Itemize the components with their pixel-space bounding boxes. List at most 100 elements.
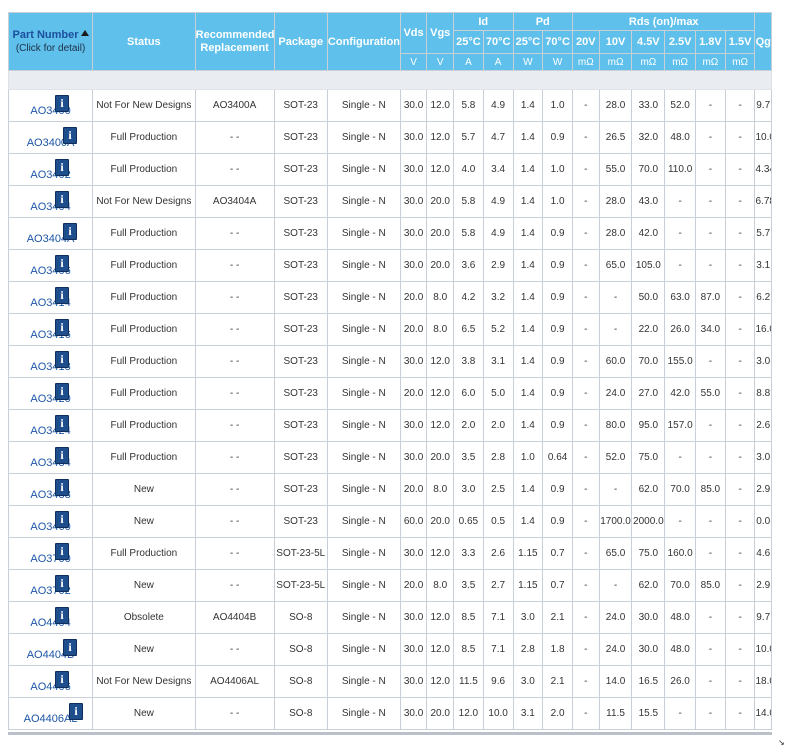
vgs-cell: 20.0 bbox=[426, 505, 455, 538]
pd-25c-cell: 1.4 bbox=[512, 409, 544, 442]
vds-cell: 60.0 bbox=[399, 505, 428, 538]
info-icon[interactable]: i bbox=[55, 255, 69, 272]
rds-1-8v-cell: 85.0 bbox=[695, 569, 726, 602]
vgs-header: Vgs bbox=[426, 12, 455, 54]
pd-70c-cell: 1.8 bbox=[542, 633, 573, 666]
status-cell: Full Production bbox=[92, 121, 196, 154]
rds-20v-cell: - bbox=[571, 409, 600, 442]
info-icon[interactable]: i bbox=[55, 159, 69, 176]
rds-20v-cell: - bbox=[571, 153, 600, 186]
rds-1-8v-cell: - bbox=[695, 441, 726, 474]
rds-10v-cell: 28.0 bbox=[598, 217, 633, 250]
rds-4-5v-cell: 95.0 bbox=[631, 409, 666, 442]
pd-70c-cell: 0.9 bbox=[542, 345, 573, 378]
vgs-cell: 8.0 bbox=[426, 313, 455, 346]
table-row: AO3414 i Full Production - - SOT-23 Single - … bbox=[7, 281, 772, 314]
qg-cell: 18.0 bbox=[754, 665, 772, 698]
rds-2-5v-cell: - bbox=[664, 697, 697, 730]
part-number-header[interactable]: Part Number (Click for detail) bbox=[7, 12, 94, 71]
replacement-cell: - - bbox=[194, 697, 275, 730]
info-icon[interactable]: i bbox=[55, 383, 69, 400]
info-icon[interactable]: i bbox=[69, 703, 83, 720]
vgs-cell: 12.0 bbox=[426, 665, 455, 698]
qg-cell: 8.8 bbox=[754, 377, 772, 410]
package-cell: SO-8 bbox=[273, 633, 328, 666]
id-70c-cell: 3.1 bbox=[482, 345, 514, 378]
table-row: AO4404B i New - - SO-8 Single - N 30.0 12.0 8.5 7… bbox=[7, 633, 772, 666]
table-row: AO3402 i Full Production - - SOT-23 Single - … bbox=[7, 153, 772, 186]
rds-4-5v-header: 4.5V bbox=[631, 30, 666, 54]
rds-1-5v-header: 1.5V bbox=[724, 30, 756, 54]
package-cell: SOT-23 bbox=[273, 409, 328, 442]
part-number-header-label[interactable]: Part Number bbox=[13, 29, 79, 41]
unit-rds-10v: mΩ bbox=[598, 53, 633, 71]
replacement-cell: - - bbox=[194, 505, 275, 538]
vds-cell: 30.0 bbox=[399, 217, 428, 250]
product-table-container: Part Number (Click for detail) Status Re… bbox=[7, 12, 772, 730]
table-row: AO4404 i Obsolete AO4404B SO-8 Single - N 30.0… bbox=[7, 601, 772, 634]
info-icon[interactable]: i bbox=[55, 479, 69, 496]
info-icon[interactable]: i bbox=[55, 351, 69, 368]
pd-25c-cell: 1.4 bbox=[512, 121, 544, 154]
info-icon[interactable]: i bbox=[55, 543, 69, 560]
rds-10v-cell: 28.0 bbox=[598, 89, 633, 122]
sort-up-arrow-icon[interactable] bbox=[80, 29, 89, 36]
info-icon[interactable]: i bbox=[55, 447, 69, 464]
rds-10v-header: 10V bbox=[598, 30, 633, 54]
info-icon[interactable]: i bbox=[63, 223, 77, 240]
info-icon[interactable]: i bbox=[63, 639, 77, 656]
package-cell: SOT-23 bbox=[273, 121, 328, 154]
rds-20v-cell: - bbox=[571, 441, 600, 474]
vds-cell: 20.0 bbox=[399, 569, 428, 602]
part-number-cell: AO3438 i bbox=[7, 473, 94, 506]
status-cell: Full Production bbox=[92, 345, 196, 378]
id-70c-cell: 2.7 bbox=[482, 569, 514, 602]
rds-4-5v-cell: 75.0 bbox=[631, 537, 666, 570]
unit-vds: V bbox=[399, 53, 428, 71]
resize-corner-icon[interactable]: ↘ bbox=[778, 738, 785, 747]
info-icon[interactable]: i bbox=[55, 671, 69, 688]
recommended-replacement-header: Recommended Replacement bbox=[194, 12, 275, 71]
info-icon[interactable]: i bbox=[55, 95, 69, 112]
pd-70c-cell: 0.9 bbox=[542, 313, 573, 346]
qg-cell: 10.0 bbox=[754, 121, 772, 154]
package-cell: SOT-23 bbox=[273, 441, 328, 474]
rds-2-5v-cell: 26.0 bbox=[664, 313, 697, 346]
info-icon[interactable]: i bbox=[63, 127, 77, 144]
status-cell: Full Production bbox=[92, 153, 196, 186]
configuration-cell: Single - N bbox=[326, 121, 401, 154]
part-number-cell: AO4406 i bbox=[7, 665, 94, 698]
id-25c-cell: 3.5 bbox=[453, 441, 484, 474]
unit-id-25c: A bbox=[453, 53, 484, 71]
info-icon[interactable]: i bbox=[55, 607, 69, 624]
status-header: Status bbox=[92, 12, 196, 71]
info-icon[interactable]: i bbox=[55, 287, 69, 304]
qg-cell: 9.7 bbox=[754, 601, 772, 634]
info-icon[interactable]: i bbox=[55, 575, 69, 592]
id-70c-cell: 2.0 bbox=[482, 409, 514, 442]
id-70c-cell: 5.0 bbox=[482, 377, 514, 410]
status-cell: Obsolete bbox=[92, 601, 196, 634]
part-number-cell: AO3402 i bbox=[7, 153, 94, 186]
pd-header: Pd bbox=[512, 12, 573, 31]
status-cell: Full Production bbox=[92, 217, 196, 250]
rds-2-5v-cell: 48.0 bbox=[664, 601, 697, 634]
part-number-cell: AO3404 i bbox=[7, 185, 94, 218]
info-icon[interactable]: i bbox=[55, 511, 69, 528]
status-cell: New bbox=[92, 505, 196, 538]
info-icon[interactable]: i bbox=[55, 415, 69, 432]
table-row: AO3418 i Full Production - - SOT-23 Single - … bbox=[7, 345, 772, 378]
part-number-cell: AO3416 i bbox=[7, 313, 94, 346]
table-row: AO4406AL i New - - SO-8 Single - N 30.0 20.0 12.… bbox=[7, 697, 772, 730]
package-cell: SOT-23-5L bbox=[273, 537, 328, 570]
vgs-cell: 8.0 bbox=[426, 473, 455, 506]
table-body: AO3400 i Not For New Designs AO3400A SOT-23 S… bbox=[7, 70, 772, 730]
rds-2-5v-cell: 42.0 bbox=[664, 377, 697, 410]
info-icon[interactable]: i bbox=[55, 319, 69, 336]
rds-20v-cell: - bbox=[571, 665, 600, 698]
rds-1-5v-cell: - bbox=[724, 217, 756, 250]
rds-10v-cell: - bbox=[598, 313, 633, 346]
info-icon[interactable]: i bbox=[55, 191, 69, 208]
pd-25c-cell: 1.0 bbox=[512, 441, 544, 474]
rds-4-5v-cell: 62.0 bbox=[631, 473, 666, 506]
